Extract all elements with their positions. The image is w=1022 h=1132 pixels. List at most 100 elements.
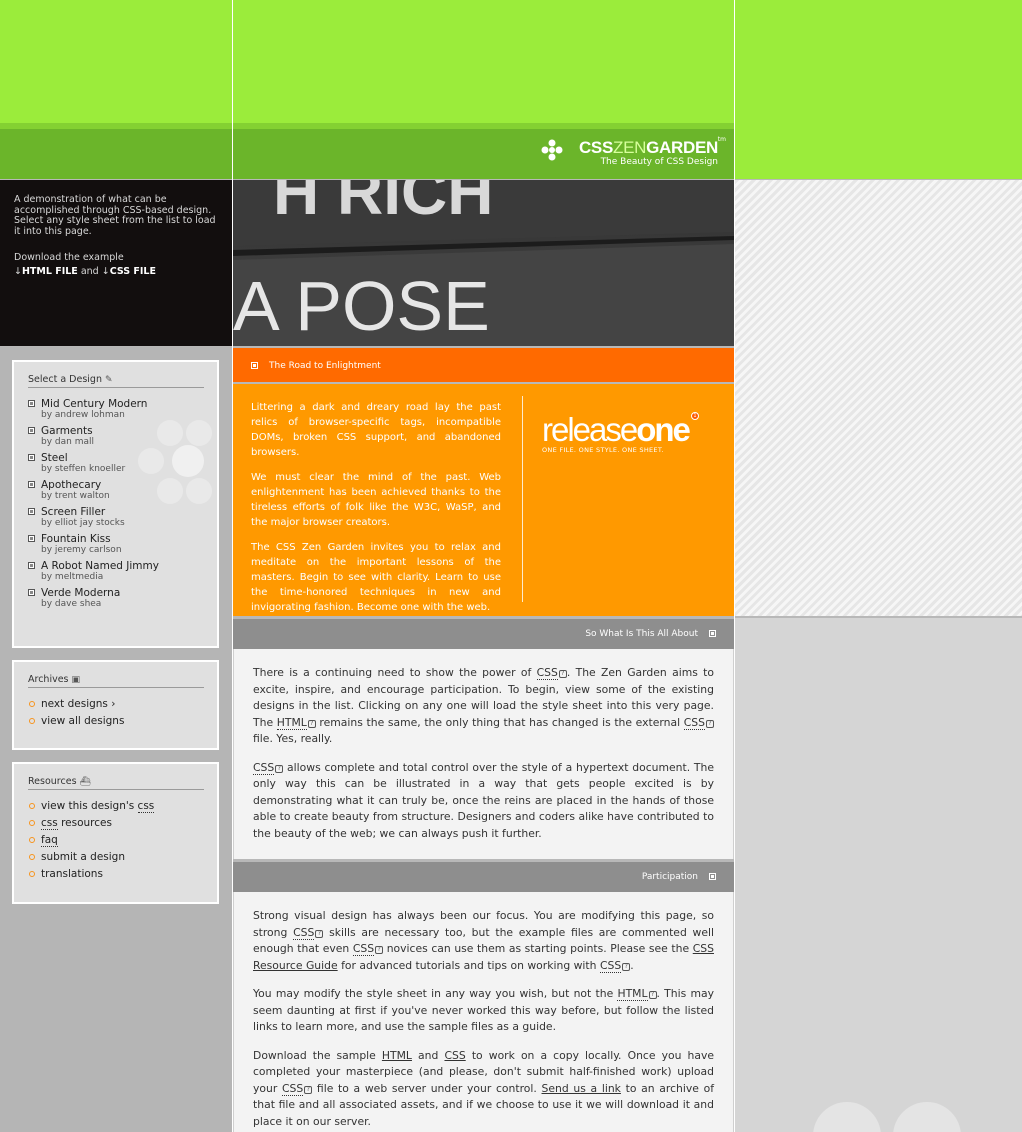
design-name[interactable]: Apothecary: [41, 479, 204, 491]
submit-design-link[interactable]: submit a design: [28, 851, 204, 864]
css-abbr: CSS: [599, 958, 622, 973]
help-icon[interactable]: ?: [304, 1085, 313, 1094]
html-file-link[interactable]: HTML FILE: [22, 266, 78, 277]
by-label: by: [41, 518, 53, 528]
participation-heading: Participation: [641, 872, 698, 882]
design-list: Mid Century Modern by andrew lohman Garme…: [28, 398, 204, 609]
column-divider: [232, 0, 233, 1132]
download-arrow-icon: ↓: [14, 265, 22, 277]
sample-html-link[interactable]: HTML: [382, 1049, 412, 1062]
hatch-pattern: [735, 180, 1022, 616]
release-badge: 1: [690, 412, 699, 420]
ship-icon: ⛴: [79, 777, 91, 787]
road-paragraph: We must clear the mind of the past. Web …: [251, 472, 501, 528]
section-square-icon: [709, 630, 716, 637]
css-file-link[interactable]: CSS FILE: [110, 266, 156, 277]
help-icon[interactable]: ?: [648, 991, 657, 999]
participation-paragraph: You may modify the style sheet in any wa…: [253, 987, 715, 1033]
design-name[interactable]: Steel: [41, 452, 204, 464]
send-link-link[interactable]: Send us a link: [542, 1082, 621, 1095]
css-abbr: CSS: [352, 942, 375, 956]
about-section: There is a continuing need to show the p…: [233, 649, 734, 859]
help-icon[interactable]: ?: [275, 764, 284, 773]
site-logo[interactable]: CSSZENGARDEN tm The Beauty of CSS Design: [541, 136, 726, 167]
intro-summary: A demonstration of what can be accomplis…: [0, 180, 232, 346]
archives-heading: Archives ▣: [28, 674, 204, 688]
flower-icon: [541, 139, 563, 161]
help-icon[interactable]: ?: [558, 670, 567, 678]
bullet-circle-icon: [29, 701, 35, 707]
by-label: by: [41, 599, 53, 609]
bullet-square-icon: [28, 427, 35, 434]
design-author[interactable]: dan mall: [55, 437, 94, 447]
design-author[interactable]: trent walton: [55, 491, 110, 501]
design-author[interactable]: elliot jay stocks: [55, 518, 125, 528]
design-author[interactable]: jeremy carlson: [55, 545, 122, 555]
header-left-panel: [0, 0, 232, 179]
design-author[interactable]: steffen knoeller: [55, 464, 125, 474]
translations-link[interactable]: translations: [28, 868, 204, 881]
participation-section: Strong visual design has always been our…: [233, 892, 734, 1132]
help-icon[interactable]: ?: [622, 962, 631, 971]
css-abbr: CSS: [683, 715, 705, 730]
participation-paragraph: Download the sample HTML and CSS to work…: [253, 1048, 714, 1128]
about-heading-bar: So What Is This All About: [233, 619, 734, 649]
download-arrow-icon: ↓: [101, 265, 110, 277]
divider: [522, 396, 523, 602]
design-name[interactable]: Screen Filler: [41, 506, 204, 518]
design-name[interactable]: Garments: [41, 425, 204, 437]
release-title: releaseone: [542, 411, 691, 448]
design-author[interactable]: andrew lohman: [55, 410, 125, 420]
archive-box-icon: ▣: [71, 675, 81, 685]
pencil-icon: ✎: [104, 375, 113, 385]
design-author[interactable]: meltmedia: [55, 572, 103, 582]
design-name[interactable]: A Robot Named Jimmy: [41, 560, 204, 572]
design-item[interactable]: Garments by dan mall: [28, 425, 204, 447]
design-item[interactable]: Fountain Kiss by jeremy carlson: [28, 533, 204, 555]
css-resources-link[interactable]: css resources: [28, 817, 204, 830]
participation-paragraph: Strong visual design has always been our…: [253, 909, 715, 973]
decor-circle: [813, 1102, 881, 1132]
design-item[interactable]: Steel by steffen knoeller: [28, 452, 204, 474]
road-paragraph: The CSS Zen Garden invites you to relax …: [251, 542, 501, 613]
html-abbr: HTML: [617, 987, 648, 1001]
and-text: and: [80, 265, 99, 277]
sample-css-link[interactable]: CSS: [444, 1049, 465, 1062]
header-photo: H RICH A POSE: [233, 180, 734, 346]
faq-link[interactable]: faq: [28, 834, 204, 847]
participation-heading-bar: Participation: [233, 862, 734, 892]
design-item[interactable]: Mid Century Modern by andrew lohman: [28, 398, 204, 420]
bullet-circle-icon: [29, 837, 35, 843]
help-icon[interactable]: ?: [307, 719, 316, 728]
bullet-square-icon: [28, 400, 35, 407]
view-design-css-link[interactable]: view this design's css: [28, 800, 204, 813]
about-paragraph: There is a continuing need to show the p…: [253, 666, 714, 745]
photo-word-bottom: A POSE: [233, 267, 490, 345]
tagline: The Beauty of CSS Design: [600, 157, 718, 167]
design-name[interactable]: Mid Century Modern: [41, 398, 204, 410]
design-item[interactable]: Verde Moderna by dave shea: [28, 587, 204, 609]
bullet-square-icon: [28, 508, 35, 515]
help-icon[interactable]: ?: [375, 946, 384, 954]
design-name[interactable]: Fountain Kiss: [41, 533, 204, 545]
photo-word-top: H RICH: [273, 180, 493, 228]
design-item[interactable]: Screen Filler by elliot jay stocks: [28, 506, 204, 528]
help-icon[interactable]: ?: [315, 929, 324, 938]
decor-circle: [893, 1102, 961, 1132]
design-name[interactable]: Verde Moderna: [41, 587, 204, 599]
header-right-panel: [735, 0, 1022, 179]
next-designs-link[interactable]: next designs ›: [28, 698, 204, 711]
bullet-circle-icon: [29, 820, 35, 826]
design-item[interactable]: A Robot Named Jimmy by meltmedia: [28, 560, 204, 582]
about-heading: So What Is This All About: [585, 629, 698, 639]
bullet-square-icon: [28, 481, 35, 488]
design-author[interactable]: dave shea: [55, 599, 101, 609]
bullet-circle-icon: [29, 854, 35, 860]
view-all-designs-link[interactable]: view all designs: [28, 715, 204, 728]
summary-text: A demonstration of what can be accomplis…: [14, 194, 216, 237]
design-item[interactable]: Apothecary by trent walton: [28, 479, 204, 501]
road-heading-bar: The Road to Enlightment: [233, 348, 734, 382]
logo-title: CSSZENGARDEN: [578, 138, 718, 157]
help-icon[interactable]: ?: [706, 719, 714, 728]
about-paragraph: CSS? allows complete and total control o…: [253, 760, 714, 840]
